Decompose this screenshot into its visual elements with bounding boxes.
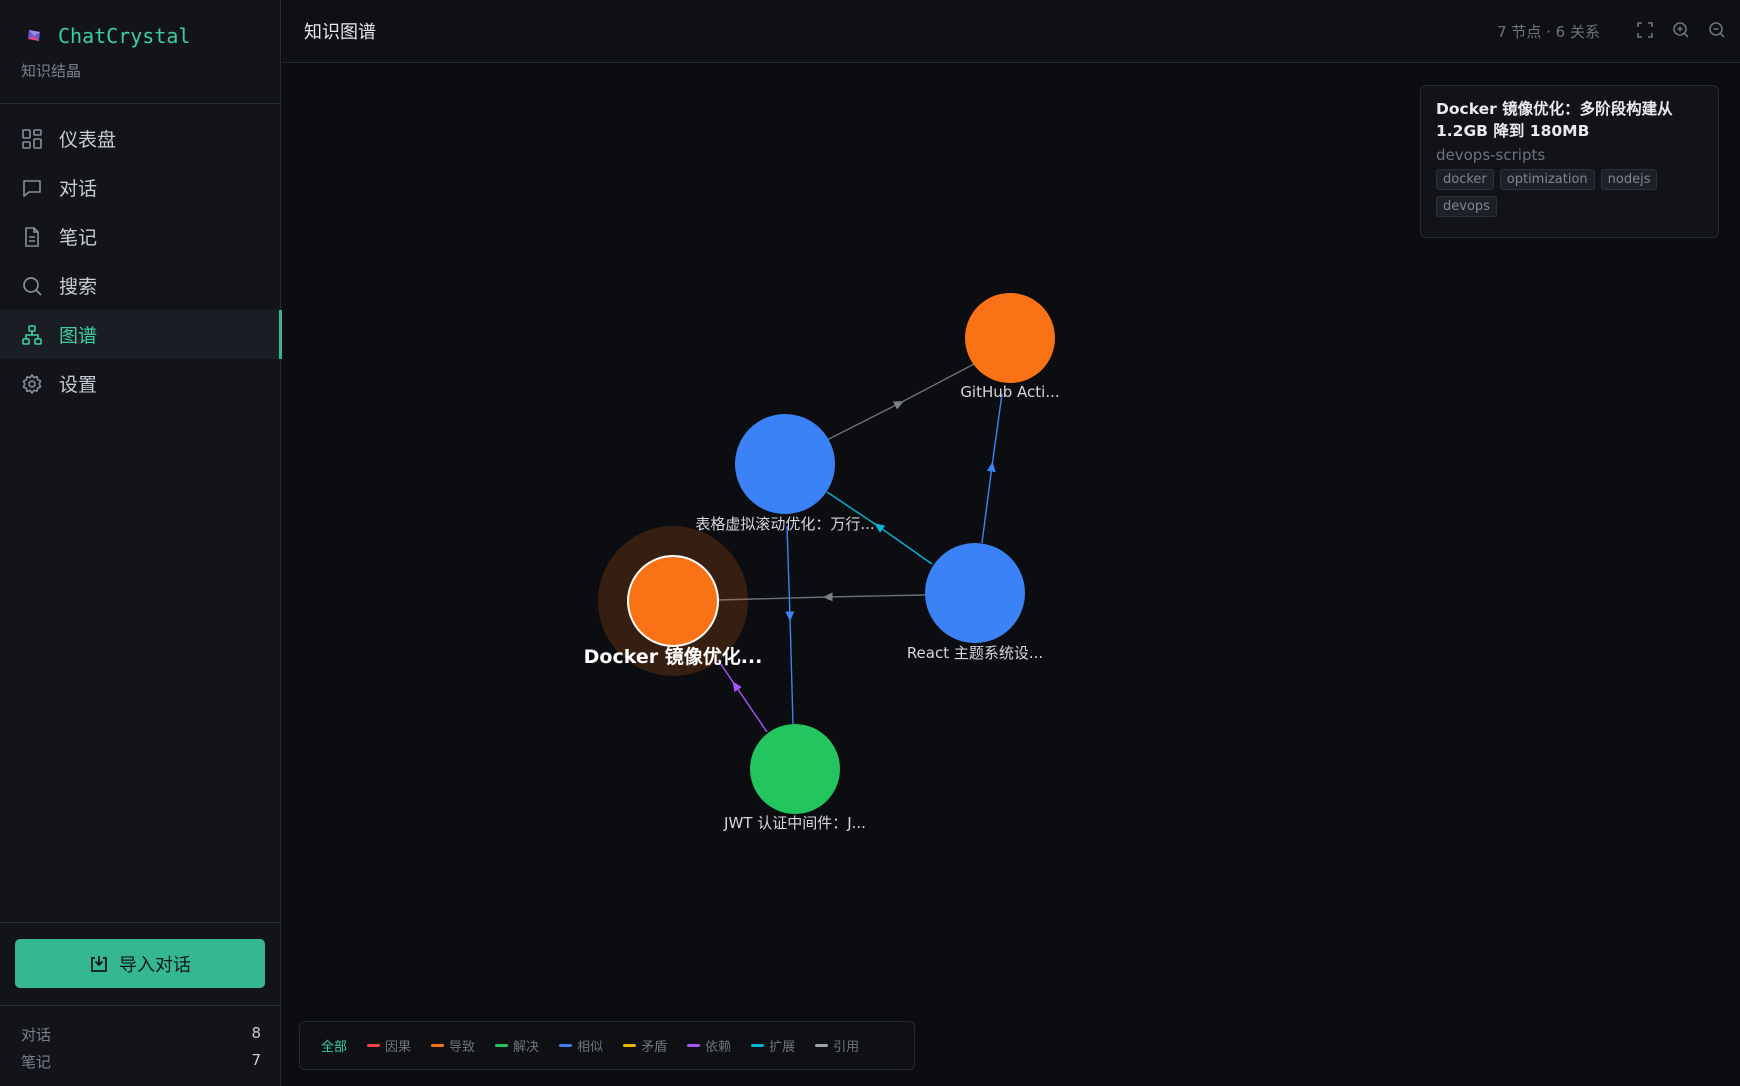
sidebar-item-settings[interactable]: 设置 xyxy=(0,359,281,408)
filter-label: 矛盾 xyxy=(641,1040,668,1055)
sidebar-item-label: 笔记 xyxy=(59,227,98,249)
relation-filter-legend: 全部 因果 导致 解决 相似 矛盾 依赖 扩展 引用 xyxy=(299,1021,915,1070)
graph-edge[interactable] xyxy=(826,363,975,441)
filter-label: 因果 xyxy=(385,1040,412,1055)
page-title: 知识图谱 xyxy=(304,22,376,43)
filter-label: 全部 xyxy=(321,1040,348,1055)
zoom-in-icon[interactable] xyxy=(1670,19,1692,41)
import-button-label: 导入对话 xyxy=(119,954,191,976)
stat-notes: 笔记 7 xyxy=(21,1051,261,1072)
legend-swatch xyxy=(623,1044,637,1047)
tag: optimization xyxy=(1499,169,1595,190)
filter-label: 依赖 xyxy=(705,1040,732,1055)
filter-label: 解决 xyxy=(513,1040,540,1055)
dashboard-icon xyxy=(20,127,44,151)
chat-icon xyxy=(20,176,44,200)
legend-swatch xyxy=(687,1044,701,1047)
graph-node-docker[interactable]: Docker 镜像优化... xyxy=(584,526,763,676)
graph-edge[interactable] xyxy=(717,659,768,733)
app-name: ChatCrystal xyxy=(58,24,191,48)
filter-label: 导致 xyxy=(449,1040,476,1055)
node-label: JWT 认证中间件：J... xyxy=(723,814,866,832)
stat-label: 对话 xyxy=(21,1026,52,1044)
stat-value: 8 xyxy=(251,1024,261,1042)
sidebar-item-graph[interactable]: 图谱 xyxy=(0,310,282,359)
divider xyxy=(0,1005,281,1006)
node-label: Docker 镜像优化... xyxy=(584,645,763,668)
fullscreen-icon[interactable] xyxy=(1634,19,1656,41)
stat-value: 7 xyxy=(251,1051,261,1069)
sidebar-item-dashboard[interactable]: 仪表盘 xyxy=(0,114,281,163)
sidebar-item-label: 对话 xyxy=(59,178,98,200)
graph-counts: 7 节点 · 6 关系 xyxy=(1497,23,1600,41)
stat-conversations: 对话 8 xyxy=(21,1024,261,1045)
node-detail-title: Docker 镜像优化：多阶段构建从 1.2GB 降到 180MB xyxy=(1436,100,1673,140)
tag-list: docker optimization nodejs devops xyxy=(1436,169,1703,223)
stat-label: 笔记 xyxy=(21,1053,52,1071)
graph-icon xyxy=(20,323,44,347)
node-label: React 主题系统设... xyxy=(907,644,1043,662)
legend-swatch xyxy=(431,1044,445,1047)
tag: nodejs xyxy=(1600,169,1658,190)
filter-cause[interactable]: 因果 xyxy=(367,1036,411,1055)
top-bar: 知识图谱 7 节点 · 6 关系 xyxy=(282,0,1740,63)
node-detail-project: devops-scripts xyxy=(1436,146,1546,164)
sidebar-item-label: 图谱 xyxy=(59,325,98,347)
legend-swatch xyxy=(495,1044,509,1047)
zoom-out-icon[interactable] xyxy=(1706,19,1728,41)
node-detail-card: Docker 镜像优化：多阶段构建从 1.2GB 降到 180MB devops… xyxy=(1420,85,1719,238)
filter-label: 相似 xyxy=(577,1040,604,1055)
import-icon xyxy=(89,954,109,974)
tag: docker xyxy=(1436,169,1494,190)
app-subtitle: 知识结晶 xyxy=(21,62,82,80)
legend-swatch xyxy=(367,1044,381,1047)
filter-similar[interactable]: 相似 xyxy=(559,1036,603,1055)
filter-conflict[interactable]: 矛盾 xyxy=(623,1036,667,1055)
graph-edge[interactable] xyxy=(981,393,1003,544)
filter-solve[interactable]: 解决 xyxy=(495,1036,539,1055)
tag: devops xyxy=(1436,196,1497,217)
filter-lead-to[interactable]: 导致 xyxy=(431,1036,475,1055)
legend-swatch xyxy=(559,1044,573,1047)
sidebar-item-label: 设置 xyxy=(59,374,98,396)
sidebar-item-chat[interactable]: 对话 xyxy=(0,163,281,212)
graph-node-github[interactable]: GitHub Acti... xyxy=(960,293,1060,401)
filter-all[interactable]: 全部 xyxy=(321,1036,347,1055)
search-icon xyxy=(20,274,44,298)
legend-swatch xyxy=(815,1044,829,1047)
filter-depend[interactable]: 依赖 xyxy=(687,1036,731,1055)
filter-reference[interactable]: 引用 xyxy=(815,1036,859,1055)
graph-edge[interactable] xyxy=(785,525,795,725)
graph-edge[interactable] xyxy=(717,592,926,602)
settings-icon xyxy=(20,372,44,396)
brand-header: ChatCrystal 知识结晶 xyxy=(0,0,281,104)
sidebar-item-label: 搜索 xyxy=(59,276,98,298)
crystal-logo-icon xyxy=(28,30,40,41)
sidebar-item-notes[interactable]: 笔记 xyxy=(0,212,281,261)
import-conversation-button[interactable]: 导入对话 xyxy=(15,939,265,988)
sidebar: ChatCrystal 知识结晶 仪表盘 对话 笔记 搜索 图谱 设置 导入对话… xyxy=(0,0,282,1086)
app-window: ChatCrystal 知识结晶 仪表盘 对话 笔记 搜索 图谱 设置 导入对话… xyxy=(0,0,1740,1086)
node-label: 表格虚拟滚动优化：万行... xyxy=(695,515,874,533)
node-label: GitHub Acti... xyxy=(960,383,1059,401)
divider xyxy=(0,922,281,923)
filter-label: 扩展 xyxy=(769,1040,796,1055)
filter-extend[interactable]: 扩展 xyxy=(751,1036,795,1055)
filter-label: 引用 xyxy=(833,1040,860,1055)
note-icon xyxy=(20,225,44,249)
sidebar-item-search[interactable]: 搜索 xyxy=(0,261,281,310)
graph-node-table[interactable]: 表格虚拟滚动优化：万行... xyxy=(695,414,875,533)
sidebar-nav: 仪表盘 对话 笔记 搜索 图谱 设置 xyxy=(0,114,282,408)
legend-swatch xyxy=(751,1044,765,1047)
graph-node-jwt[interactable]: JWT 认证中间件：J... xyxy=(723,724,866,832)
sidebar-item-label: 仪表盘 xyxy=(59,129,117,151)
